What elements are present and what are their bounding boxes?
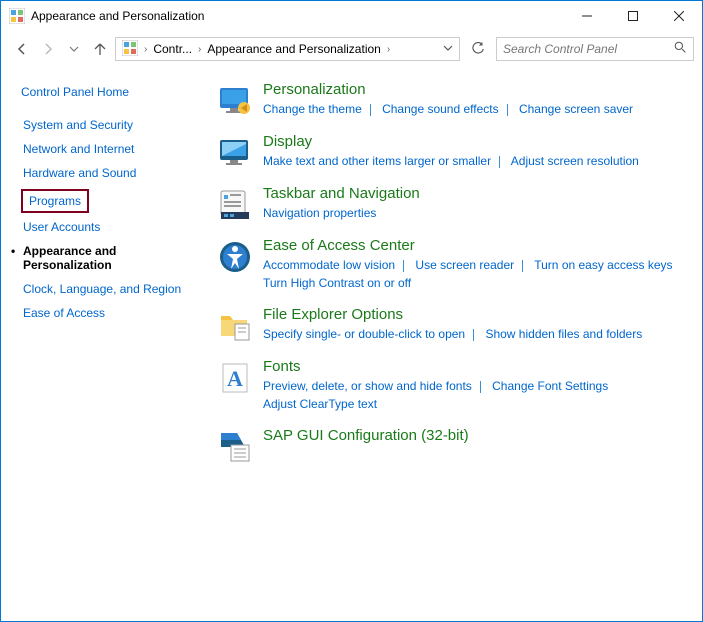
link-adjust-resolution[interactable]: Adjust screen resolution [511,154,639,168]
control-panel-icon [9,8,25,24]
ease-of-access-icon [217,239,253,275]
category-title-display[interactable]: Display [263,133,682,150]
category-fonts: A Fonts Preview, delete, or show and hid… [217,358,682,413]
display-icon [217,135,253,171]
category-personalization: Personalization Change the theme Change … [217,81,682,119]
link-accommodate-low-vision[interactable]: Accommodate low vision [263,258,395,272]
link-change-theme[interactable]: Change the theme [263,102,362,116]
refresh-button[interactable] [466,37,490,61]
minimize-button[interactable] [564,1,610,31]
address-bar[interactable]: › Contr... › Appearance and Personalizat… [115,37,460,61]
category-title-taskbar[interactable]: Taskbar and Navigation [263,185,682,202]
fonts-icon: A [217,360,253,396]
category-sap-gui: SAP GUI Configuration (32-bit) [217,427,682,465]
link-change-sound-effects[interactable]: Change sound effects [382,102,499,116]
category-ease-of-access: Ease of Access Center Accommodate low vi… [217,237,682,292]
sidebar: Control Panel Home System and Security N… [1,67,207,621]
body: Control Panel Home System and Security N… [1,67,702,621]
sidebar-item-clock-language[interactable]: Clock, Language, and Region [21,281,195,297]
breadcrumb-control-panel[interactable]: Contr... [153,42,192,56]
chevron-right-icon[interactable]: › [198,44,201,55]
personalization-icon [217,83,253,119]
svg-text:A: A [227,366,243,391]
chevron-right-icon[interactable]: › [144,44,147,55]
category-title-sap-gui[interactable]: SAP GUI Configuration (32-bit) [263,427,682,444]
search-box[interactable]: Search Control Panel [496,37,694,61]
category-display: Display Make text and other items larger… [217,133,682,171]
back-button[interactable] [13,40,31,58]
link-use-screen-reader[interactable]: Use screen reader [415,258,514,272]
category-title-fonts[interactable]: Fonts [263,358,682,375]
toolbar: › Contr... › Appearance and Personalizat… [1,31,702,67]
link-navigation-properties[interactable]: Navigation properties [263,206,376,220]
link-preview-delete-fonts[interactable]: Preview, delete, or show and hide fonts [263,379,472,393]
link-single-double-click[interactable]: Specify single- or double-click to open [263,327,465,341]
folder-options-icon [217,308,253,344]
link-text-larger-smaller[interactable]: Make text and other items larger or smal… [263,154,491,168]
taskbar-icon [217,187,253,223]
search-icon [674,41,687,57]
link-change-screen-saver[interactable]: Change screen saver [519,102,633,116]
link-easy-access-keys[interactable]: Turn on easy access keys [534,258,672,272]
category-taskbar: Taskbar and Navigation Navigation proper… [217,185,682,223]
sidebar-item-appearance[interactable]: Appearance and Personalization [21,243,195,273]
maximize-button[interactable] [610,1,656,31]
link-show-hidden-files[interactable]: Show hidden files and folders [485,327,642,341]
up-button[interactable] [91,40,109,58]
breadcrumb-current[interactable]: Appearance and Personalization [207,42,380,56]
titlebar: Appearance and Personalization [1,1,702,31]
sap-gui-icon [217,429,253,465]
category-file-explorer: File Explorer Options Specify single- or… [217,306,682,344]
window-controls [564,1,702,31]
window-title: Appearance and Personalization [31,9,204,23]
sidebar-item-hardware-sound[interactable]: Hardware and Sound [21,165,195,181]
link-adjust-cleartype[interactable]: Adjust ClearType text [263,397,377,411]
sidebar-item-ease-of-access[interactable]: Ease of Access [21,305,195,321]
chevron-right-icon[interactable]: › [387,44,390,55]
recent-dropdown[interactable] [65,40,83,58]
link-high-contrast[interactable]: Turn High Contrast on or off [263,276,411,290]
sidebar-item-user-accounts[interactable]: User Accounts [21,219,195,235]
forward-button[interactable] [39,40,57,58]
sidebar-item-programs[interactable]: Programs [27,193,83,209]
category-title-ease-of-access[interactable]: Ease of Access Center [263,237,682,254]
link-change-font-settings[interactable]: Change Font Settings [492,379,608,393]
category-title-file-explorer[interactable]: File Explorer Options [263,306,682,323]
address-dropdown-icon[interactable] [443,42,453,56]
sidebar-item-system-security[interactable]: System and Security [21,117,195,133]
annotation-highlight: Programs [21,189,89,213]
control-panel-window: Appearance and Personalization [0,0,703,622]
search-placeholder: Search Control Panel [503,42,617,56]
category-title-personalization[interactable]: Personalization [263,81,682,98]
control-panel-home-link[interactable]: Control Panel Home [21,85,195,99]
close-button[interactable] [656,1,702,31]
control-panel-icon-small [122,40,138,59]
sidebar-item-network-internet[interactable]: Network and Internet [21,141,195,157]
main-content: Personalization Change the theme Change … [207,67,702,621]
